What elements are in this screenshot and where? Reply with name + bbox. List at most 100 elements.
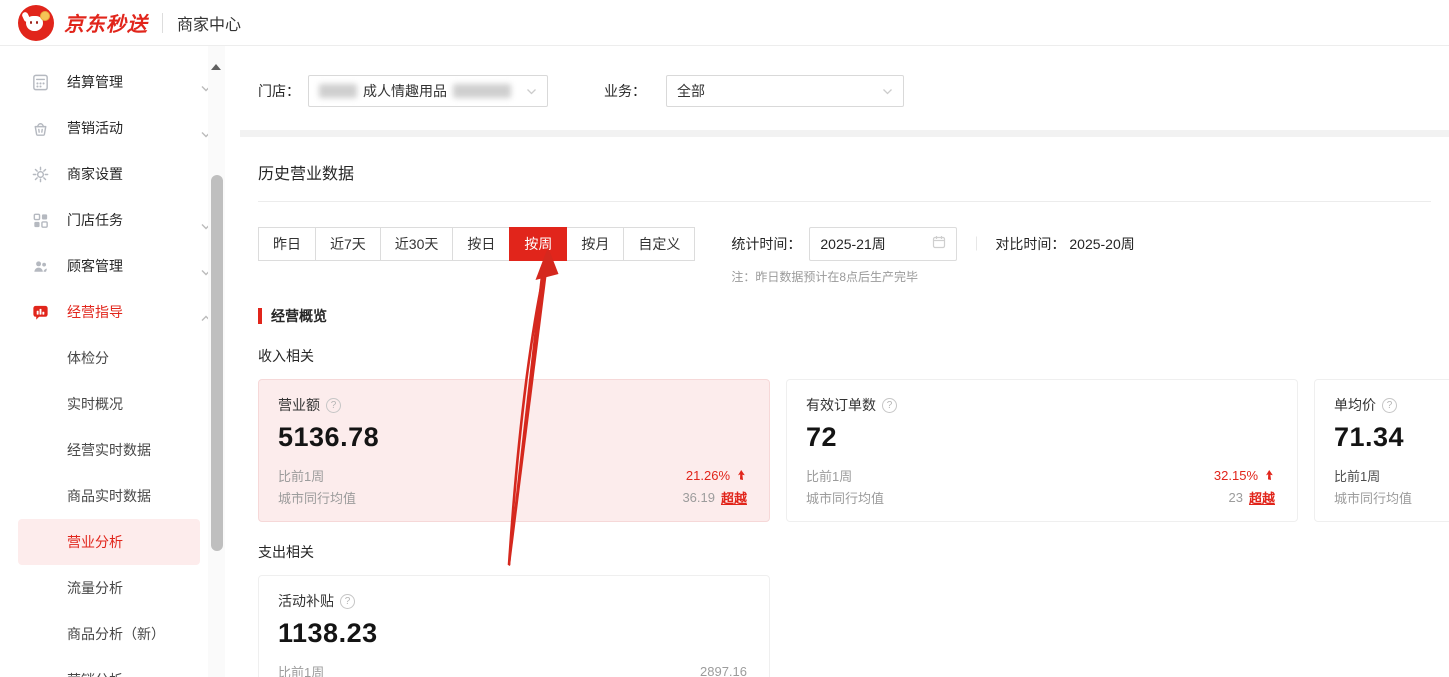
tab-last-7-days[interactable]: 近7天 [315, 227, 381, 261]
sidebar-scrollbar[interactable] [208, 46, 225, 677]
scroll-up-arrow-icon[interactable] [211, 64, 221, 70]
business-select-value: 全部 [677, 81, 705, 101]
tab-last-30-days[interactable]: 近30天 [380, 227, 454, 261]
tab-custom[interactable]: 自定义 [623, 227, 695, 261]
tab-by-week[interactable]: 按周 [509, 227, 567, 261]
trend-up-icon [1263, 469, 1275, 481]
city-average-label: 城市同行均值 [278, 488, 356, 507]
business-filter-label: 业务： [604, 81, 646, 101]
card-value: 71.34 [1334, 422, 1449, 453]
compare-prev-label: 比前1周 [806, 466, 852, 485]
basket-icon [30, 118, 50, 138]
expense-group-label: 支出相关 [258, 542, 1431, 562]
exceed-link[interactable]: 超越 [1249, 488, 1275, 507]
main-content: 门店： 成人情趣用品 业务： 全部 历史营业数据 [225, 46, 1449, 677]
tab-by-month[interactable]: 按月 [566, 227, 624, 261]
store-select-value: 成人情趣用品 [363, 81, 447, 101]
sidebar-subitem-traffic-analysis[interactable]: 流量分析 [0, 565, 225, 611]
city-average-value: 23 [1229, 490, 1243, 505]
metric-card-valid-orders[interactable]: 有效订单数 ? 72 比前1周 32.15% [786, 379, 1298, 522]
calendar-icon [932, 235, 946, 254]
data-note: 注：昨日数据预计在8点后生产完毕 [731, 268, 1134, 285]
portal-title: 商家中心 [177, 11, 241, 35]
compare-time-value: 2025-20周 [1069, 234, 1134, 254]
tab-yesterday[interactable]: 昨日 [258, 227, 316, 261]
top-header: 京东秒送 商家中心 [0, 0, 1449, 46]
income-cards-row: 营业额 ? 5136.78 比前1周 21.26% [258, 379, 1431, 522]
sidebar-item-label: 结算管理 [67, 72, 201, 92]
city-average-value: 36.19 [682, 490, 715, 505]
trend-percent: 32.15% [1214, 468, 1258, 483]
pipe-divider: ｜ [969, 234, 983, 254]
sidebar-item-store-tasks[interactable]: 门店任务 [0, 197, 225, 243]
store-filter-label: 门店： [258, 81, 300, 101]
overview-section-header: 经营概览 [258, 306, 1431, 326]
chevron-down-icon [882, 82, 893, 100]
sidebar-subitem-business-analysis[interactable]: 营业分析 [18, 519, 200, 565]
merchant-dashboard: 京东秒送 商家中心 结算管理 营销活动 [0, 0, 1449, 677]
brand-name: 京东秒送 [64, 8, 148, 37]
overview-title: 经营概览 [271, 306, 327, 326]
filter-bar: 门店： 成人情趣用品 业务： 全部 [240, 46, 1449, 130]
card-value: 5136.78 [278, 422, 747, 453]
card-value: 72 [806, 422, 1275, 453]
card-value: 1138.23 [278, 618, 747, 649]
sidebar-item-merchant-settings[interactable]: 商家设置 [0, 151, 225, 197]
compare-time-label: 对比时间： [995, 234, 1065, 254]
redacted-blur [453, 84, 511, 98]
metric-card-revenue[interactable]: 营业额 ? 5136.78 比前1周 21.26% [258, 379, 770, 522]
sidebar-item-settlement[interactable]: 结算管理 [0, 59, 225, 105]
metric-card-avg-price[interactable]: 单均价 ? 71.34 比前1周 城市同行均值 [1314, 379, 1449, 522]
sidebar-subitem-health-score[interactable]: 体检分 [0, 335, 225, 381]
compare-prev-value: 2897.16 [700, 664, 747, 677]
chevron-down-icon [526, 82, 537, 100]
expense-cards-row: 活动补贴 ? 1138.23 比前1周 2897.16 城市同行均值 33.6 [258, 575, 1431, 677]
sidebar-subitem-product-realtime-data[interactable]: 商品实时数据 [0, 473, 225, 519]
sidebar-subitem-marketing-analysis[interactable]: 营销分析 [0, 657, 225, 677]
trend-percent: 21.26% [686, 468, 730, 483]
section-separator [240, 130, 1449, 137]
sidebar-item-label: 商家设置 [67, 164, 211, 184]
compare-prev-label: 比前1周 [278, 466, 324, 485]
metric-card-activity-subsidy[interactable]: 活动补贴 ? 1138.23 比前1周 2897.16 城市同行均值 33.6 [258, 575, 770, 677]
sidebar-item-label: 门店任务 [67, 210, 201, 230]
chart-bubble-icon [30, 302, 50, 322]
compare-prev-label: 比前1周 [1334, 466, 1380, 485]
card-title: 活动补贴 [278, 591, 334, 611]
card-title: 营业额 [278, 395, 320, 415]
grid-icon [30, 210, 50, 230]
calculator-icon [30, 72, 50, 92]
help-icon[interactable]: ? [340, 594, 355, 609]
scrollbar-thumb[interactable] [211, 175, 223, 551]
sidebar-item-label: 经营指导 [67, 302, 201, 322]
stat-time-picker[interactable]: 2025-21周 [809, 227, 957, 261]
sidebar-subitem-realtime-overview[interactable]: 实时概况 [0, 381, 225, 427]
help-icon[interactable]: ? [1382, 398, 1397, 413]
time-range-tabs: 昨日 近7天 近30天 按日 按周 按月 自定义 [258, 227, 695, 261]
help-icon[interactable]: ? [326, 398, 341, 413]
stat-time-value: 2025-21周 [820, 234, 885, 254]
business-select[interactable]: 全部 [666, 75, 904, 107]
sidebar-item-business-guidance[interactable]: 经营指导 [0, 289, 225, 335]
trend-up-icon [735, 469, 747, 481]
sidebar-item-label: 营销活动 [67, 118, 201, 138]
sidebar-item-marketing[interactable]: 营销活动 [0, 105, 225, 151]
sidebar: 结算管理 营销活动 商家设置 [0, 46, 225, 677]
tab-by-day[interactable]: 按日 [452, 227, 510, 261]
header-divider [162, 13, 163, 33]
jd-dog-logo-icon [18, 5, 54, 41]
store-select[interactable]: 成人情趣用品 [308, 75, 548, 107]
sidebar-item-customer-management[interactable]: 顾客管理 [0, 243, 225, 289]
sidebar-subitem-product-analysis-new[interactable]: 商品分析（新） [0, 611, 225, 657]
help-icon[interactable]: ? [882, 398, 897, 413]
compare-prev-label: 比前1周 [278, 662, 324, 677]
title-divider [258, 201, 1431, 202]
redacted-blur [319, 84, 357, 98]
users-icon [30, 256, 50, 276]
exceed-link[interactable]: 超越 [721, 488, 747, 507]
card-title: 有效订单数 [806, 395, 876, 415]
stat-time-label: 统计时间： [731, 234, 801, 254]
city-average-label: 城市同行均值 [806, 488, 884, 507]
sidebar-subitem-business-realtime-data[interactable]: 经营实时数据 [0, 427, 225, 473]
sidebar-item-label: 顾客管理 [67, 256, 201, 276]
